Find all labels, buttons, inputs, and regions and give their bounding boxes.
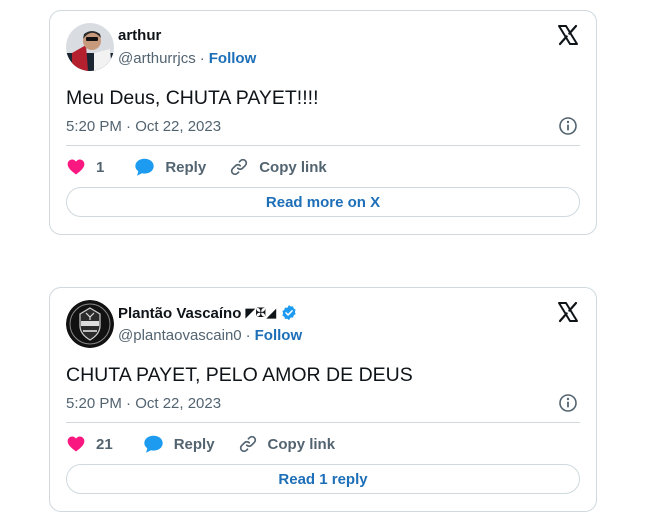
like-count: 1 <box>96 158 105 176</box>
reply-button[interactable]: Reply <box>134 157 206 177</box>
tweet-text: CHUTA PAYET, PELO AMOR DE DEUS <box>66 364 413 386</box>
avatar[interactable] <box>66 300 114 348</box>
reply-label: Reply <box>165 158 207 176</box>
tweet-card-1[interactable]: arthur @arthurrjcs · Follow Meu Deus, CH… <box>49 10 597 235</box>
timestamp[interactable]: 5:20 PM · Oct 22, 2023 <box>66 395 221 412</box>
reply-label: Reply <box>173 435 215 453</box>
heart-icon <box>67 159 85 175</box>
tweet-card-2[interactable]: Plantão Vascaíno ◤✠◢ @plantaovascain0 · … <box>49 287 597 512</box>
copy-link-icon <box>239 435 256 453</box>
action-bar: 21 Reply Copy link <box>66 433 335 455</box>
read-more-button[interactable]: Read more on X <box>66 187 580 217</box>
divider <box>66 422 580 423</box>
verified-badge-icon[interactable] <box>280 304 298 322</box>
reply-bubble-icon <box>144 435 163 453</box>
author-handle[interactable]: @plantaovascain0 <box>118 327 242 344</box>
x-logo-icon[interactable] <box>556 300 580 324</box>
name-flags: ◤✠◢ <box>245 305 277 320</box>
avatar[interactable] <box>66 23 114 71</box>
copy-link-label: Copy link <box>259 158 327 176</box>
divider <box>66 145 580 146</box>
info-icon[interactable] <box>558 393 578 413</box>
separator-dot: · <box>199 50 205 67</box>
avatar-photo <box>66 23 114 71</box>
info-icon[interactable] <box>558 116 578 136</box>
timestamp[interactable]: 5:20 PM · Oct 22, 2023 <box>66 118 221 135</box>
heart-icon <box>67 436 85 452</box>
author-name[interactable]: Plantão Vascaíno <box>118 305 241 322</box>
separator-dot: · <box>245 327 251 344</box>
copy-link-button[interactable]: Copy link <box>229 157 327 177</box>
copy-link-label: Copy link <box>267 435 336 453</box>
author-name[interactable]: arthur <box>118 27 161 44</box>
action-bar: 1 Reply Copy link <box>66 156 327 178</box>
reply-bubble-icon <box>135 158 155 176</box>
x-logo-icon[interactable] <box>556 23 580 47</box>
copy-link-button[interactable]: Copy link <box>238 434 336 454</box>
avatar-logo <box>66 300 114 348</box>
like-button[interactable]: 21 <box>66 434 113 454</box>
follow-button[interactable]: Follow <box>255 327 303 344</box>
like-count: 21 <box>96 435 113 453</box>
tweet-text: Meu Deus, CHUTA PAYET!!!! <box>66 87 319 109</box>
read-replies-button[interactable]: Read 1 reply <box>66 464 580 494</box>
copy-link-icon <box>231 158 248 176</box>
like-button[interactable]: 1 <box>66 157 104 177</box>
follow-button[interactable]: Follow <box>209 50 257 67</box>
author-handle[interactable]: @arthurrjcs <box>118 50 196 67</box>
reply-button[interactable]: Reply <box>143 434 215 454</box>
